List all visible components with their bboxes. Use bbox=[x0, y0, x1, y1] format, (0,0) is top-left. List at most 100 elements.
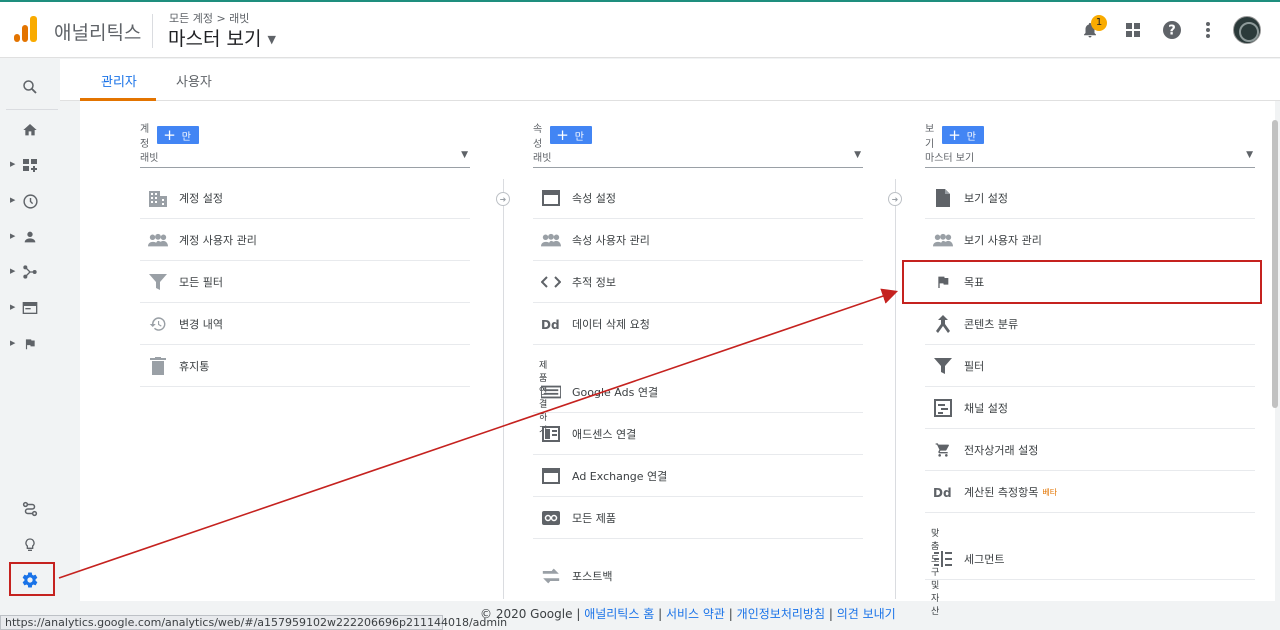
rail-conversions[interactable]: ▶ bbox=[0, 328, 60, 358]
adsense-link-item[interactable]: 애드센스 연결 bbox=[533, 413, 863, 455]
view-selector[interactable]: 마스터 보기 ▼ bbox=[168, 24, 276, 51]
plus-icon: + bbox=[163, 126, 176, 144]
cart-icon bbox=[933, 440, 953, 460]
analytics-logo-icon[interactable] bbox=[14, 16, 38, 42]
footer-link-terms[interactable]: 서비스 약관 bbox=[666, 607, 725, 621]
tracking-info-item[interactable]: 추적 정보 bbox=[533, 261, 863, 303]
trash-icon bbox=[148, 356, 168, 376]
header-divider bbox=[152, 14, 153, 48]
filter-icon bbox=[148, 272, 168, 292]
admin-panel: 계정 + 계정 만들기 래빗 ▼ 계정 설정 계정 사용자 관리 모든 필터 변… bbox=[80, 101, 1275, 617]
segments-item[interactable]: 세그먼트 bbox=[925, 538, 1255, 580]
account-settings-item[interactable]: 계정 설정 bbox=[140, 177, 470, 219]
audience-icon bbox=[20, 227, 40, 247]
postback-item[interactable]: 포스트백 bbox=[533, 555, 863, 597]
create-property-button[interactable]: + 속성 만들기 bbox=[550, 102, 592, 173]
data-deletion-request-item[interactable]: Dd 데이터 삭제 요청 bbox=[533, 303, 863, 345]
customization-icon bbox=[20, 155, 40, 175]
beta-badge: 베타 bbox=[1042, 488, 1058, 497]
view-select[interactable]: 마스터 보기 ▼ bbox=[925, 146, 1255, 168]
caret-down-icon: ▼ bbox=[267, 33, 276, 46]
rail-realtime[interactable]: ▶ bbox=[0, 185, 60, 215]
rail-attribution[interactable] bbox=[0, 493, 60, 523]
account-select[interactable]: 래빗 ▼ bbox=[140, 146, 470, 168]
svg-text:?: ? bbox=[1168, 24, 1176, 39]
footer-link-analytics-home[interactable]: 애널리틱스 홈 bbox=[584, 607, 654, 621]
adsense-icon bbox=[541, 424, 561, 444]
apps-grid-icon[interactable] bbox=[1121, 18, 1145, 42]
trash-item[interactable]: 휴지통 bbox=[140, 345, 470, 387]
dropdown-arrow-icon: ▼ bbox=[854, 150, 861, 160]
arrow-right-icon: ➜ bbox=[496, 192, 510, 206]
dd-icon: Dd bbox=[933, 482, 953, 502]
create-account-button[interactable]: + 계정 만들기 bbox=[157, 102, 199, 173]
realtime-icon bbox=[20, 191, 40, 211]
discover-icon bbox=[20, 535, 40, 555]
building-icon bbox=[148, 188, 168, 208]
all-products-item[interactable]: 모든 제품 bbox=[533, 497, 863, 539]
admin-tabs: 관리자 사용자 bbox=[60, 59, 1280, 101]
window-icon bbox=[541, 188, 561, 208]
history-icon bbox=[148, 314, 168, 334]
change-history-item[interactable]: 변경 내역 bbox=[140, 303, 470, 345]
grouping-icon bbox=[933, 314, 953, 334]
all-filters-item[interactable]: 모든 필터 bbox=[140, 261, 470, 303]
link-icon bbox=[541, 508, 561, 528]
property-user-management-item[interactable]: 속성 사용자 관리 bbox=[533, 219, 863, 261]
document-icon bbox=[933, 188, 953, 208]
ad-exchange-link-item[interactable]: Ad Exchange 연결 bbox=[533, 455, 863, 497]
footer-link-feedback[interactable]: 의견 보내기 bbox=[837, 607, 896, 621]
goals-highlight-box bbox=[902, 260, 1262, 304]
channel-settings-item[interactable]: 채널 설정 bbox=[925, 387, 1255, 429]
rail-acquisition[interactable]: ▶ bbox=[0, 256, 60, 286]
filters-item[interactable]: 필터 bbox=[925, 345, 1255, 387]
account-user-management-item[interactable]: 계정 사용자 관리 bbox=[140, 219, 470, 261]
view-settings-item[interactable]: 보기 설정 bbox=[925, 177, 1255, 219]
rail-discover[interactable] bbox=[0, 529, 60, 559]
expand-arrow-icon: ▶ bbox=[10, 160, 16, 168]
scrollbar[interactable] bbox=[1272, 120, 1278, 408]
app-name[interactable]: 애널리틱스 bbox=[54, 18, 141, 45]
avatar[interactable] bbox=[1233, 16, 1261, 44]
more-vert-icon[interactable] bbox=[1196, 18, 1220, 42]
property-settings-item[interactable]: 속성 설정 bbox=[533, 177, 863, 219]
plus-icon: + bbox=[556, 126, 569, 144]
rail-search[interactable] bbox=[0, 71, 60, 101]
dropdown-arrow-icon: ▼ bbox=[461, 150, 468, 160]
rail-behavior[interactable]: ▶ bbox=[0, 292, 60, 322]
rail-customization[interactable]: ▶ bbox=[0, 149, 60, 179]
rail-divider bbox=[6, 109, 58, 110]
footer: © 2020 Google | 애널리틱스 홈 | 서비스 약관 | 개인정보처… bbox=[480, 607, 896, 621]
dd-icon: Dd bbox=[541, 314, 561, 334]
column-connector-line bbox=[503, 179, 504, 599]
search-icon bbox=[20, 77, 40, 97]
help-icon[interactable]: ? bbox=[1160, 18, 1184, 42]
ads-icon bbox=[541, 382, 561, 402]
view-user-management-item[interactable]: 보기 사용자 관리 bbox=[925, 219, 1255, 261]
acquisition-icon bbox=[20, 262, 40, 282]
google-ads-link-item[interactable]: Google Ads 연결 bbox=[533, 371, 863, 413]
people-icon bbox=[933, 230, 953, 250]
plus-icon: + bbox=[948, 126, 961, 144]
footer-link-privacy[interactable]: 개인정보처리방침 bbox=[737, 607, 825, 621]
channel-icon bbox=[933, 398, 953, 418]
tab-admin[interactable]: 관리자 bbox=[101, 71, 137, 90]
segment-icon bbox=[933, 549, 953, 569]
behavior-icon bbox=[20, 298, 40, 318]
tab-user[interactable]: 사용자 bbox=[176, 71, 212, 90]
admin-highlight-box bbox=[9, 562, 55, 596]
content-grouping-item[interactable]: 콘텐츠 분류 bbox=[925, 303, 1255, 345]
property-select[interactable]: 래빗 ▼ bbox=[533, 146, 863, 168]
rail-home[interactable] bbox=[0, 114, 60, 144]
calculated-metrics-item[interactable]: Dd 계산된 측정항목 베타 bbox=[925, 471, 1255, 513]
dropdown-arrow-icon: ▼ bbox=[1246, 150, 1253, 160]
people-icon bbox=[148, 230, 168, 250]
arrow-right-icon: ➜ bbox=[888, 192, 902, 206]
rail-audience[interactable]: ▶ bbox=[0, 221, 60, 251]
view-name: 마스터 보기 bbox=[168, 28, 262, 50]
ecommerce-settings-item[interactable]: 전자상거래 설정 bbox=[925, 429, 1255, 471]
browser-status-url: https://analytics.google.com/analytics/w… bbox=[0, 615, 507, 630]
create-view-button[interactable]: + 보기 만들기 bbox=[942, 102, 984, 173]
column-connector-line bbox=[895, 179, 896, 599]
app-header: 애널리틱스 모든 계정 > 래빗 마스터 보기 ▼ 1 ? bbox=[0, 2, 1280, 58]
